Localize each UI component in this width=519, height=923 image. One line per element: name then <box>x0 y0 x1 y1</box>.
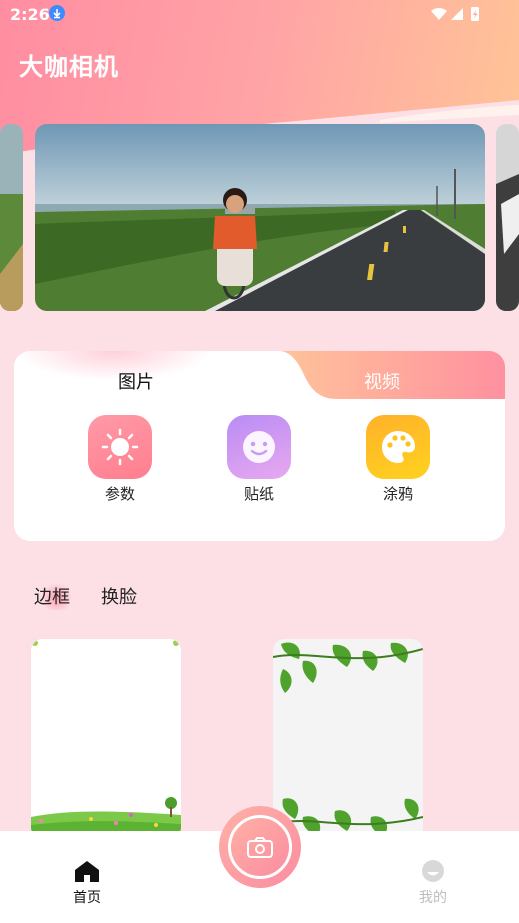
vine-frame-image <box>273 639 423 839</box>
nav-mine[interactable]: 我的 <box>403 859 463 907</box>
banner-image[interactable] <box>35 124 485 311</box>
tool-params[interactable]: 参数 <box>85 415 155 504</box>
home-icon <box>75 861 99 882</box>
camera-icon <box>247 837 273 858</box>
sun-icon <box>88 415 152 479</box>
subtab-frame[interactable]: 边框 <box>34 583 70 609</box>
status-bar: 2:26 <box>0 0 519 30</box>
tab-glow <box>14 351 214 381</box>
banner-prev-slide[interactable] <box>0 124 23 311</box>
subtab-face-swap[interactable]: 换脸 <box>101 583 137 609</box>
app-title: 大咖相机 <box>19 53 119 81</box>
tool-doodle-label: 涂鸦 <box>382 485 413 503</box>
camera-button-inner <box>228 815 292 879</box>
tool-doodle[interactable]: 涂鸦 <box>363 415 433 504</box>
tab-photo[interactable]: 图片 <box>118 368 154 394</box>
frame-item-vines[interactable] <box>273 639 423 839</box>
tool-stickers-label: 贴纸 <box>243 485 274 503</box>
status-icons <box>431 6 491 26</box>
tools-card: 图片 视频 参数 贴纸 涂鸦 <box>14 351 505 541</box>
meadow-frame-image <box>31 639 181 839</box>
frame-item-meadow[interactable] <box>31 639 181 839</box>
tool-stickers[interactable]: 贴纸 <box>224 415 294 504</box>
tab-video[interactable]: 视频 <box>364 368 400 394</box>
status-time: 2:26 <box>10 5 50 24</box>
smiley-icon <box>227 415 291 479</box>
nav-home-label: 首页 <box>73 890 101 906</box>
nav-mine-label: 我的 <box>419 890 447 906</box>
profile-icon <box>422 860 444 882</box>
banner-next-slide[interactable] <box>496 124 519 311</box>
palette-icon <box>366 415 430 479</box>
camera-button[interactable] <box>219 806 301 888</box>
wifi-signal-battery-icon <box>431 7 479 21</box>
nav-home[interactable]: 首页 <box>57 859 117 907</box>
tool-params-label: 参数 <box>104 485 135 503</box>
download-icon <box>49 5 65 21</box>
